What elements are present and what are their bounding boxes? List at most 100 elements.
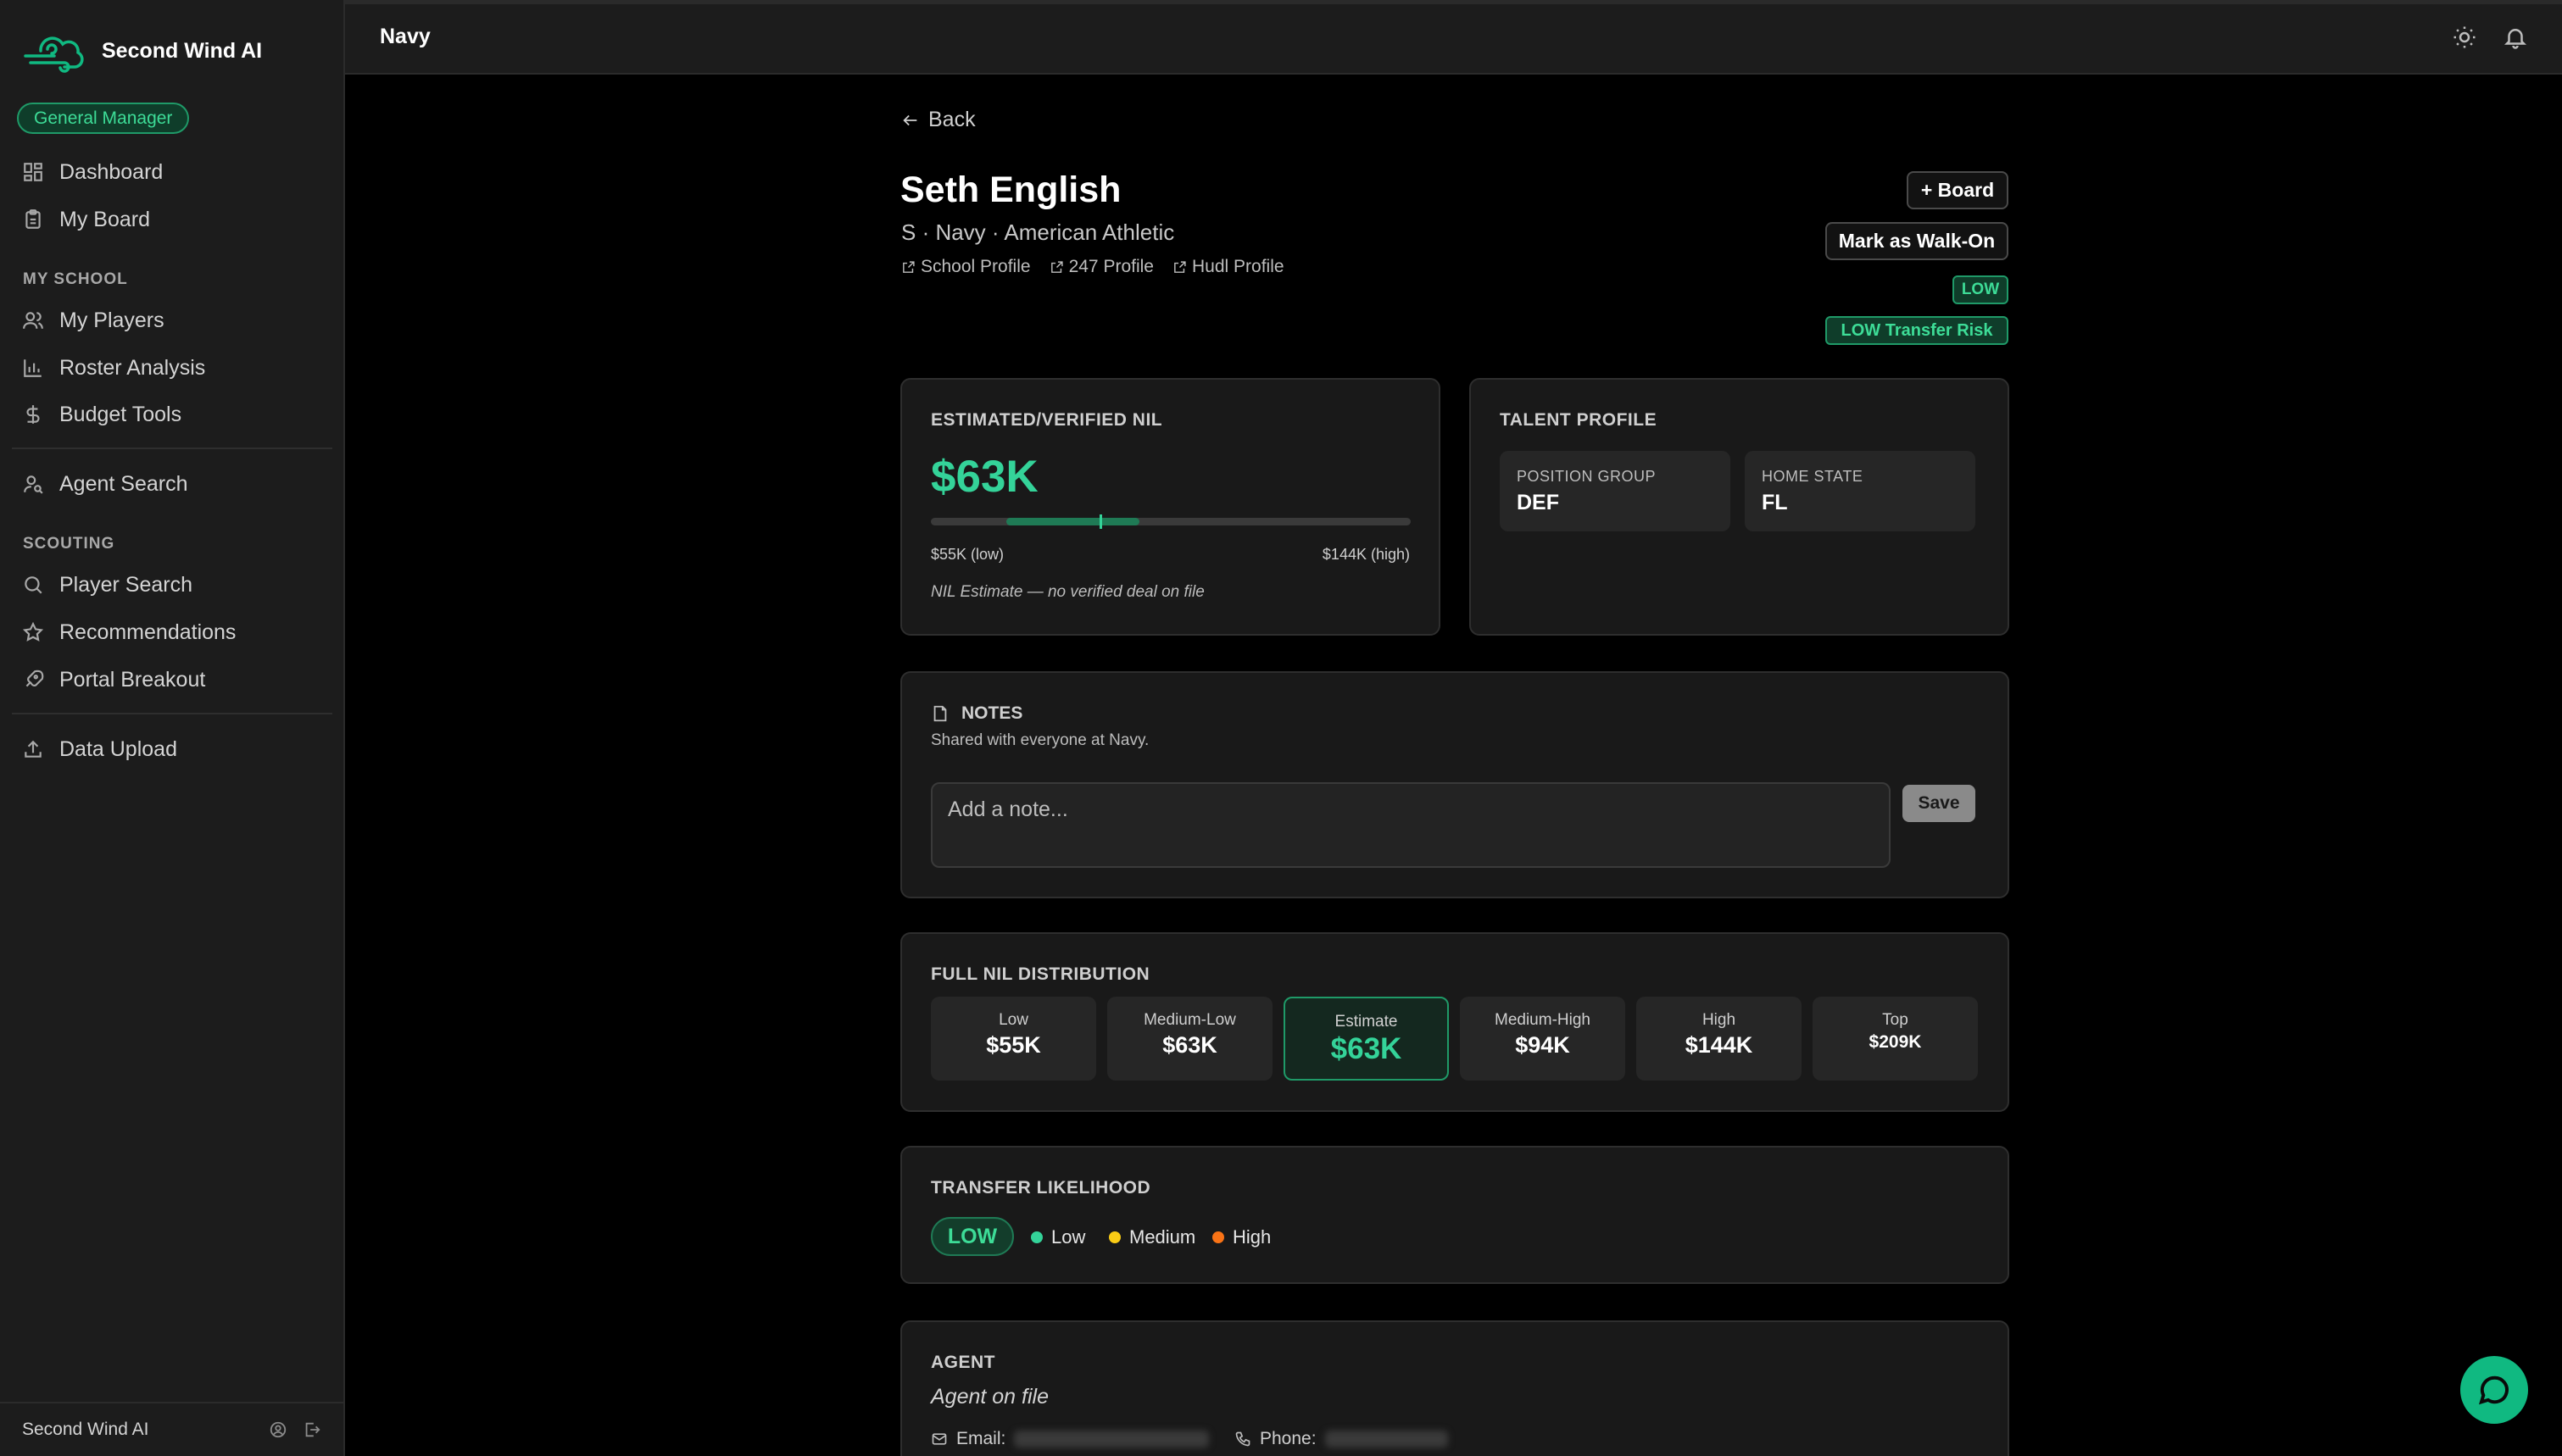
brand[interactable]: Second Wind AI — [22, 25, 262, 76]
redacted-email — [1014, 1431, 1210, 1448]
footer-brand: Second Wind AI — [22, 1420, 149, 1439]
nil-distribution-card: FULL NIL DISTRIBUTION Low $55K Medium-Lo… — [900, 932, 2009, 1112]
email-label: Email: — [956, 1429, 1006, 1448]
247-profile-link[interactable]: 247 Profile — [1050, 257, 1154, 277]
logo-icon — [24, 36, 84, 73]
note-icon — [933, 705, 947, 722]
star-icon — [22, 621, 44, 642]
transfer-value-pill: LOW — [931, 1217, 1014, 1256]
legend-dot — [1109, 1231, 1121, 1243]
sidebar-item-my-players[interactable]: My Players — [22, 302, 164, 339]
tier-high: High $144K — [1636, 997, 1802, 1081]
rocket-icon — [25, 670, 44, 687]
search-icon — [25, 576, 42, 594]
dollar-icon — [26, 405, 40, 424]
home-state-label: HOME STATE — [1762, 468, 1863, 485]
legend-dot — [1031, 1231, 1043, 1243]
profile-links: School Profile 247 Profile Hudl Profile — [901, 257, 1284, 277]
users-icon — [23, 312, 43, 329]
nil-range-high: $144K (high) — [1322, 546, 1410, 563]
arrow-left-icon — [903, 114, 917, 125]
talent-profile-card: TALENT PROFILE POSITION GROUP DEF HOME S… — [1469, 378, 2009, 636]
legend-low: Low — [1031, 1226, 1085, 1248]
agent-phone: Phone: — [1234, 1429, 1448, 1449]
upload-icon — [25, 740, 42, 758]
external-link-icon — [1174, 260, 1186, 273]
sidebar-item-my-board[interactable]: My Board — [22, 201, 150, 238]
external-link-icon — [903, 260, 915, 273]
transfer-title: TRANSFER LIKELIHOOD — [931, 1178, 1151, 1198]
notes-subtitle: Shared with everyone at Navy. — [931, 731, 1150, 749]
sidebar-item-label: Dashboard — [59, 159, 164, 184]
mark-walk-on-button[interactable]: Mark as Walk-On — [1825, 222, 2008, 260]
topbar: Navy — [345, 0, 2562, 75]
tier-top: Top $209K — [1813, 997, 1978, 1081]
tier-value: $63K — [1162, 1032, 1217, 1058]
logout-icon[interactable] — [303, 1420, 321, 1439]
tier-label: Top — [1882, 1011, 1908, 1029]
theme-toggle-icon[interactable] — [2452, 25, 2477, 50]
nil-card: ESTIMATED/VERIFIED NIL $63K $55K (low) $… — [900, 378, 1440, 636]
chat-button[interactable] — [2460, 1356, 2528, 1424]
sidebar-item-roster-analysis[interactable]: Roster Analysis — [22, 349, 205, 386]
sidebar-item-dashboard[interactable]: Dashboard — [22, 153, 163, 191]
transfer-likelihood-card: TRANSFER LIKELIHOOD LOW Low Medium High — [900, 1146, 2009, 1284]
agent-subtitle: Agent on file — [931, 1385, 1049, 1409]
nil-value: $63K — [931, 452, 1039, 502]
tier-low: Low $55K — [931, 997, 1096, 1081]
position-group-box: POSITION GROUP DEF — [1500, 451, 1730, 531]
bell-icon[interactable] — [2503, 25, 2528, 50]
tier-value: $209K — [1869, 1032, 1922, 1052]
nil-estimate-marker — [1100, 514, 1103, 529]
sidebar-item-data-upload[interactable]: Data Upload — [22, 731, 177, 768]
dashboard-icon — [24, 163, 42, 181]
tier-estimate: Estimate $63K — [1284, 997, 1449, 1081]
nil-range-fill — [1006, 518, 1140, 525]
sidebar-item-label: Portal Breakout — [59, 667, 206, 692]
legend-dot — [1212, 1231, 1224, 1243]
back-label: Back — [928, 108, 976, 131]
save-note-button[interactable]: Save — [1902, 785, 1975, 822]
position-group-label: POSITION GROUP — [1517, 468, 1657, 485]
sidebar-item-agent-search[interactable]: Agent Search — [22, 465, 188, 503]
nil-note: NIL Estimate — no verified deal on file — [931, 583, 1205, 601]
sidebar-item-label: Player Search — [59, 572, 193, 597]
legend-label: High — [1233, 1226, 1272, 1248]
legend-medium: Medium — [1109, 1226, 1195, 1248]
legend-high: High — [1212, 1226, 1271, 1248]
sidebar-item-portal-breakout[interactable]: Portal Breakout — [22, 661, 205, 698]
sidebar-item-recommendations[interactable]: Recommendations — [22, 614, 236, 651]
page-title: Navy — [380, 25, 431, 48]
sidebar-item-budget-tools[interactable]: Budget Tools — [22, 396, 181, 433]
user-search-icon — [24, 475, 43, 494]
sidebar-item-label: Agent Search — [59, 471, 188, 496]
add-to-board-button[interactable]: + Board — [1907, 171, 2008, 209]
sidebar-divider — [12, 713, 332, 714]
nil-range-bar — [931, 514, 1411, 529]
sidebar: Second Wind AI General Manager Dashboard… — [0, 0, 345, 1456]
back-link[interactable]: Back — [901, 108, 976, 132]
home-state-value: FL — [1762, 491, 1788, 514]
tier-medium-low: Medium-Low $63K — [1107, 997, 1273, 1081]
account-icon[interactable] — [269, 1420, 287, 1439]
tier-value: $63K — [1330, 1032, 1402, 1065]
clipboard-icon — [25, 209, 41, 229]
school-profile-link[interactable]: School Profile — [901, 257, 1031, 277]
tier-value: $94K — [1515, 1032, 1570, 1058]
tier-value: $144K — [1685, 1032, 1753, 1058]
note-input[interactable] — [931, 782, 1891, 868]
mail-icon — [932, 1433, 947, 1445]
sidebar-item-player-search[interactable]: Player Search — [22, 566, 192, 603]
tier-label: Estimate — [1334, 1013, 1398, 1031]
tier-label: Low — [999, 1011, 1028, 1029]
risk-badge-short: LOW — [1952, 275, 2008, 304]
talent-title: TALENT PROFILE — [1500, 410, 1657, 430]
bar-chart-icon — [24, 359, 42, 377]
tier-medium-high: Medium-High $94K — [1460, 997, 1625, 1081]
notes-header: NOTES — [931, 703, 1022, 724]
agent-email: Email: — [931, 1429, 1210, 1449]
hudl-profile-link[interactable]: Hudl Profile — [1172, 257, 1284, 277]
brand-name: Second Wind AI — [102, 38, 263, 63]
link-label: School Profile — [921, 257, 1031, 276]
nil-range-low: $55K (low) — [931, 546, 1005, 563]
